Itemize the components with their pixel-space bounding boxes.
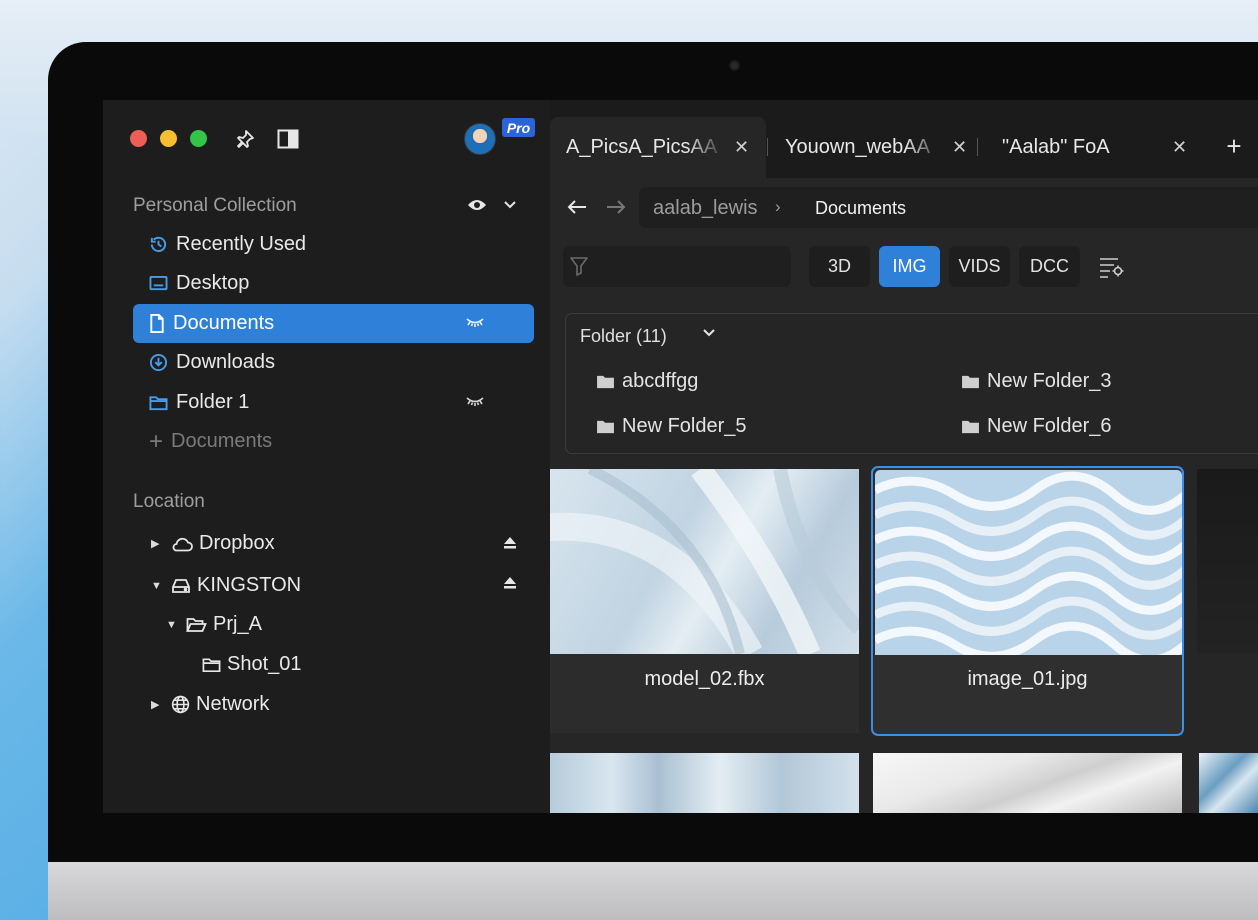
tab-divider [767, 138, 768, 156]
expand-arrow-icon[interactable]: ▶ [151, 698, 165, 711]
new-tab-button[interactable]: + [1222, 130, 1246, 161]
folder-icon [961, 419, 980, 434]
breadcrumb-root[interactable]: aalab_lewis [653, 197, 758, 220]
desktop-icon [149, 275, 168, 292]
minimize-window-button[interactable] [160, 130, 177, 147]
camera-icon [729, 60, 740, 71]
pin-icon[interactable] [233, 127, 257, 151]
sidebar-item-recently-used[interactable]: Recently Used [133, 225, 534, 264]
eject-icon[interactable] [501, 534, 519, 552]
back-arrow-icon[interactable] [565, 195, 589, 219]
filter-input[interactable] [563, 246, 791, 287]
file-card[interactable] [873, 753, 1182, 813]
chevron-down-icon[interactable] [702, 328, 716, 338]
file-card-selected[interactable]: image_01.jpg [871, 466, 1184, 736]
location-prj-a[interactable]: ▼ Prj_A [166, 613, 262, 636]
tab-2[interactable]: Youown_webAA ✕ [770, 117, 976, 178]
drive-icon [171, 578, 191, 594]
filter-chip-3d[interactable]: 3D [809, 246, 870, 287]
folder-item[interactable]: New Folder_3 [961, 370, 1112, 393]
filter-chip-dcc[interactable]: DCC [1019, 246, 1080, 287]
pro-badge: Pro [502, 118, 535, 137]
plus-icon: + [1226, 130, 1242, 161]
collapse-arrow-icon[interactable]: ▼ [166, 619, 180, 631]
location-title: Location [133, 491, 205, 512]
filter-icon [570, 256, 588, 276]
sidebar-item-downloads[interactable]: Downloads [133, 343, 534, 382]
folder-icon [961, 374, 980, 389]
breadcrumb: aalab_lewis › Documents [639, 187, 1258, 228]
close-window-button[interactable] [130, 130, 147, 147]
tab-divider [977, 138, 978, 156]
location-kingston[interactable]: ▼ KINGSTON [151, 574, 301, 597]
hidden-eye-icon[interactable] [466, 395, 484, 407]
eye-icon[interactable] [466, 194, 488, 216]
add-collection-button[interactable]: + Documents [133, 422, 534, 461]
expand-arrow-icon[interactable]: ▶ [151, 537, 165, 550]
file-card[interactable] [550, 753, 859, 813]
file-thumbnail [550, 753, 859, 813]
folder-item[interactable]: abcdffgg [596, 370, 698, 393]
tab-1[interactable]: A_PicsA_PicsAA ✕ [550, 117, 766, 178]
app-window: Pro Personal Collection Recently Used De… [103, 100, 1258, 813]
close-tab-icon[interactable]: ✕ [952, 137, 967, 158]
download-icon [149, 353, 168, 372]
file-card[interactable] [1197, 469, 1258, 654]
file-browser: aalab_lewis › Documents 3D IMG VIDS DCC … [550, 178, 1258, 813]
close-tab-icon[interactable]: ✕ [1172, 137, 1187, 158]
folder-icon [202, 657, 221, 673]
tab-3[interactable]: "Aalab" FoA ✕ [986, 117, 1198, 178]
breadcrumb-current: Documents [815, 198, 907, 218]
hidden-eye-icon[interactable] [466, 316, 484, 328]
file-card[interactable]: model_02.fbx [550, 469, 859, 733]
folder-item[interactable]: New Folder_5 [596, 415, 747, 438]
filter-chip-img[interactable]: IMG [879, 246, 940, 287]
sidebar-item-folder-1[interactable]: Folder 1 [133, 383, 534, 422]
collapse-arrow-icon[interactable]: ▼ [151, 580, 165, 592]
file-thumbnail [1197, 469, 1258, 654]
folder-icon [596, 419, 615, 434]
eject-icon[interactable] [501, 574, 519, 592]
location-network[interactable]: ▶ Network [151, 693, 269, 716]
document-icon [149, 314, 165, 333]
filter-settings-icon[interactable] [1098, 255, 1126, 279]
chevron-down-icon[interactable] [500, 194, 520, 216]
close-tab-icon[interactable]: ✕ [734, 137, 749, 158]
globe-icon [171, 695, 190, 714]
sidebar-item-desktop[interactable]: Desktop [133, 264, 534, 303]
folder-item[interactable]: New Folder_6 [961, 415, 1112, 438]
file-thumbnail [875, 470, 1182, 655]
filter-chip-vids[interactable]: VIDS [949, 246, 1010, 287]
folder-icon [596, 374, 615, 389]
file-name: image_01.jpg [967, 668, 1088, 690]
folder-icon [149, 395, 168, 411]
location-dropbox[interactable]: ▶ Dropbox [151, 532, 275, 555]
plus-icon: + [149, 427, 164, 455]
breadcrumb-separator-icon: › [775, 197, 781, 216]
avatar[interactable] [464, 123, 496, 155]
sidebar-item-documents[interactable]: Documents [133, 304, 534, 343]
file-thumbnail [550, 469, 859, 654]
maximize-window-button[interactable] [190, 130, 207, 147]
file-card[interactable] [1199, 753, 1258, 813]
folder-count-header[interactable]: Folder (11) [580, 326, 667, 347]
folder-open-icon [186, 617, 207, 633]
sidebar-toggle-icon[interactable] [276, 127, 300, 151]
forward-arrow-icon[interactable] [604, 195, 628, 219]
clock-history-icon [149, 235, 168, 254]
file-name: model_02.fbx [644, 668, 765, 690]
file-thumbnail [1199, 753, 1258, 813]
location-shot-01[interactable]: Shot_01 [202, 653, 302, 676]
file-thumbnail [873, 753, 1182, 813]
tab-bar: A_PicsA_PicsAA ✕ Youown_webAA ✕ "Aalab" … [550, 100, 1258, 178]
cloud-icon [171, 536, 193, 552]
sidebar: Pro Personal Collection Recently Used De… [103, 100, 550, 813]
folder-panel: Folder (11) abcdffgg New Folder_3 New Fo… [565, 313, 1258, 454]
personal-collection-title: Personal Collection [133, 195, 297, 216]
monitor-stand [48, 862, 1258, 920]
